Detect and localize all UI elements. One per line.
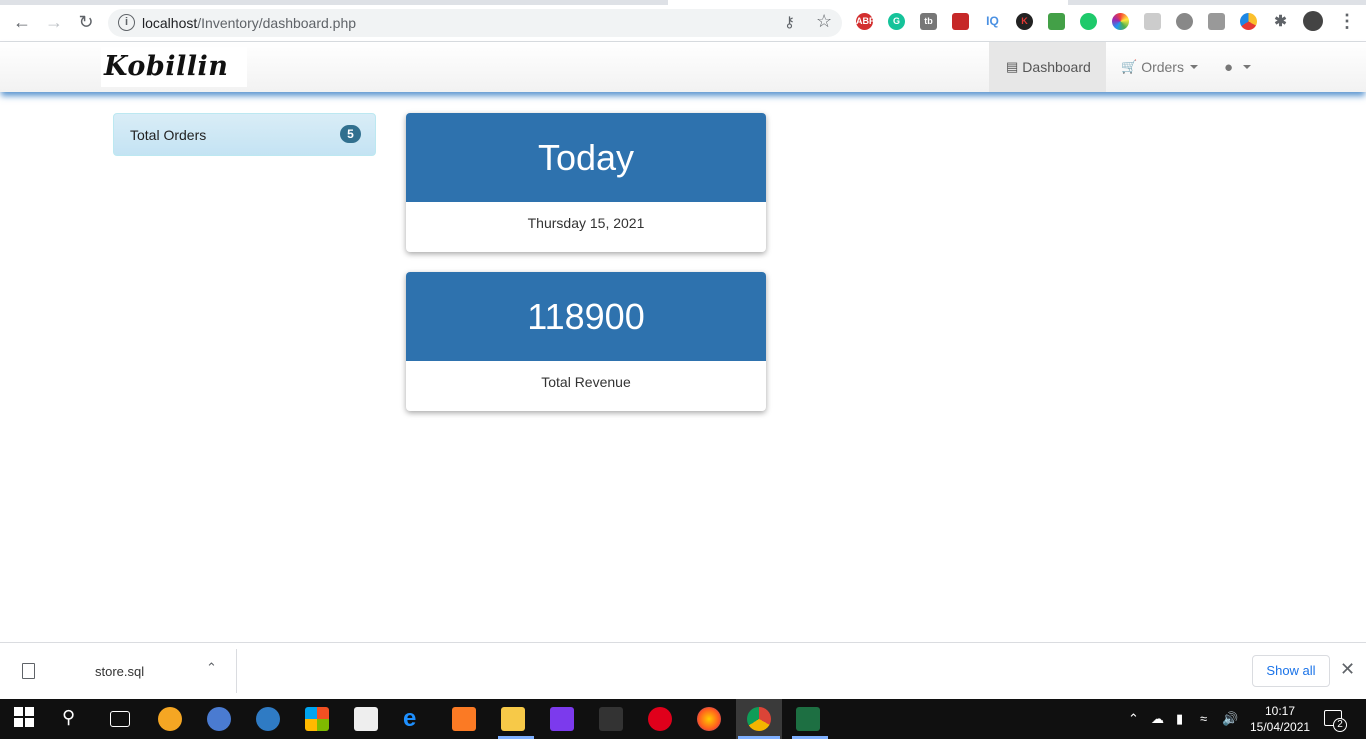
user-icon: ● bbox=[1224, 58, 1234, 76]
list-icon: ▤ bbox=[1006, 59, 1019, 74]
bookmark-star-icon[interactable]: ☆ bbox=[816, 11, 832, 32]
extension-icon[interactable]: tb bbox=[920, 13, 937, 30]
battery-icon[interactable]: ▮ bbox=[1176, 711, 1183, 727]
nav-user-dropdown[interactable]: ● bbox=[1210, 42, 1266, 92]
cart-icon: 🛒 bbox=[1121, 59, 1138, 74]
clock-time: 10:17 bbox=[1264, 704, 1296, 718]
clock-date: 15/04/2021 bbox=[1250, 720, 1311, 734]
chevron-up-icon[interactable]: ⌃ bbox=[206, 660, 217, 676]
nav-orders-dropdown[interactable]: 🛒 Orders bbox=[1106, 42, 1204, 92]
chat-extension-icon[interactable] bbox=[1080, 13, 1097, 30]
grammarly-extension-icon[interactable]: G bbox=[888, 13, 905, 30]
revenue-card-value: 118900 bbox=[406, 272, 766, 361]
phpstorm-icon[interactable] bbox=[550, 707, 574, 731]
url-path: /Inventory/dashboard.php bbox=[197, 15, 357, 31]
chrome-icon[interactable] bbox=[747, 707, 771, 731]
browser-toolbar: ← → ↻ i localhost/Inventory/dashboard.ph… bbox=[0, 0, 1366, 42]
internet-explorer-icon[interactable]: e bbox=[403, 707, 427, 731]
link-extension-icon[interactable] bbox=[1208, 13, 1225, 30]
font-extension-icon[interactable] bbox=[1144, 13, 1161, 30]
file-explorer-icon[interactable] bbox=[501, 707, 525, 731]
mail-icon[interactable] bbox=[354, 707, 378, 731]
pie-extension-icon[interactable] bbox=[1240, 13, 1257, 30]
profile-avatar[interactable] bbox=[1303, 11, 1323, 31]
nav-orders-label: Orders bbox=[1141, 59, 1184, 75]
windows-start-icon[interactable] bbox=[14, 707, 38, 731]
notification-count-badge: 2 bbox=[1333, 718, 1347, 732]
back-icon[interactable]: ← bbox=[10, 10, 34, 34]
total-orders-item[interactable]: Total Orders 5 bbox=[113, 113, 376, 156]
windows-taskbar: ⚲ e ⌃ ☁ ▮ ≈ 🔊 10:17 15/04/2021 2 bbox=[0, 699, 1366, 739]
show-all-button[interactable]: Show all bbox=[1252, 655, 1330, 687]
site-info-icon[interactable]: i bbox=[118, 14, 135, 31]
forward-icon[interactable]: → bbox=[42, 10, 66, 34]
xampp-icon[interactable] bbox=[452, 707, 476, 731]
inkscape-icon[interactable] bbox=[599, 707, 623, 731]
extensions-puzzle-icon[interactable]: ✱ bbox=[1272, 13, 1289, 30]
download-file-name[interactable]: store.sql bbox=[95, 664, 144, 679]
iq-extension-icon[interactable]: IQ bbox=[984, 13, 1001, 30]
active-tab[interactable] bbox=[668, 0, 1068, 5]
download-shelf: store.sql ⌃ Show all ✕ bbox=[0, 642, 1366, 699]
excel-icon[interactable] bbox=[796, 707, 820, 731]
close-icon[interactable]: ✕ bbox=[1340, 659, 1355, 680]
app-navbar: Kobillin ▤ Dashboard 🛒 Orders ● bbox=[0, 42, 1366, 92]
divider bbox=[236, 649, 237, 693]
chromium-icon[interactable] bbox=[207, 707, 231, 731]
settings-extension-icon[interactable] bbox=[1176, 13, 1193, 30]
task-view-icon[interactable] bbox=[110, 711, 130, 727]
opera-icon[interactable] bbox=[648, 707, 672, 731]
brand-logo[interactable]: Kobillin bbox=[101, 47, 247, 87]
color-extension-icon[interactable] bbox=[1112, 13, 1129, 30]
volume-icon[interactable]: 🔊 bbox=[1222, 711, 1238, 727]
nav-dashboard-label: Dashboard bbox=[1022, 59, 1091, 75]
k-extension-icon[interactable]: K bbox=[1016, 13, 1033, 30]
chart-extension-icon[interactable] bbox=[952, 13, 969, 30]
today-card: Today Thursday 15, 2021 bbox=[406, 113, 766, 252]
adblock-extension-icon[interactable]: ABP bbox=[856, 13, 875, 30]
address-bar[interactable]: i localhost/Inventory/dashboard.php ⚷ ☆ bbox=[108, 9, 842, 37]
file-icon bbox=[22, 663, 35, 679]
revenue-card: 118900 Total Revenue bbox=[406, 272, 766, 411]
url-text[interactable]: localhost/Inventory/dashboard.php bbox=[142, 15, 356, 31]
reload-icon[interactable]: ↻ bbox=[74, 10, 98, 34]
chevron-down-icon bbox=[1189, 65, 1198, 69]
brave-browser-icon[interactable] bbox=[158, 707, 182, 731]
today-card-title: Today bbox=[406, 113, 766, 202]
onedrive-icon[interactable]: ☁ bbox=[1151, 711, 1164, 727]
total-orders-label: Total Orders bbox=[130, 127, 207, 143]
nav-dashboard[interactable]: ▤ Dashboard bbox=[989, 42, 1106, 92]
taskbar-clock[interactable]: 10:17 15/04/2021 bbox=[1250, 703, 1310, 735]
total-orders-badge: 5 bbox=[340, 125, 361, 143]
key-icon[interactable]: ⚷ bbox=[784, 13, 795, 31]
revenue-card-label: Total Revenue bbox=[541, 374, 631, 390]
menu-kebab-icon[interactable]: ⋮ bbox=[1338, 11, 1356, 32]
tab-strip bbox=[0, 0, 1366, 5]
url-host: localhost bbox=[142, 15, 198, 31]
firefox-icon[interactable] bbox=[697, 707, 721, 731]
show-hidden-icons-icon[interactable]: ⌃ bbox=[1128, 711, 1139, 727]
wifi-icon[interactable]: ≈ bbox=[1200, 711, 1207, 726]
store-icon[interactable] bbox=[305, 707, 329, 731]
search-icon[interactable]: ⚲ bbox=[62, 707, 86, 731]
download-extension-icon[interactable] bbox=[1048, 13, 1065, 30]
today-card-date: Thursday 15, 2021 bbox=[527, 215, 645, 231]
chevron-down-icon bbox=[1243, 65, 1252, 69]
globe-icon[interactable] bbox=[256, 707, 280, 731]
